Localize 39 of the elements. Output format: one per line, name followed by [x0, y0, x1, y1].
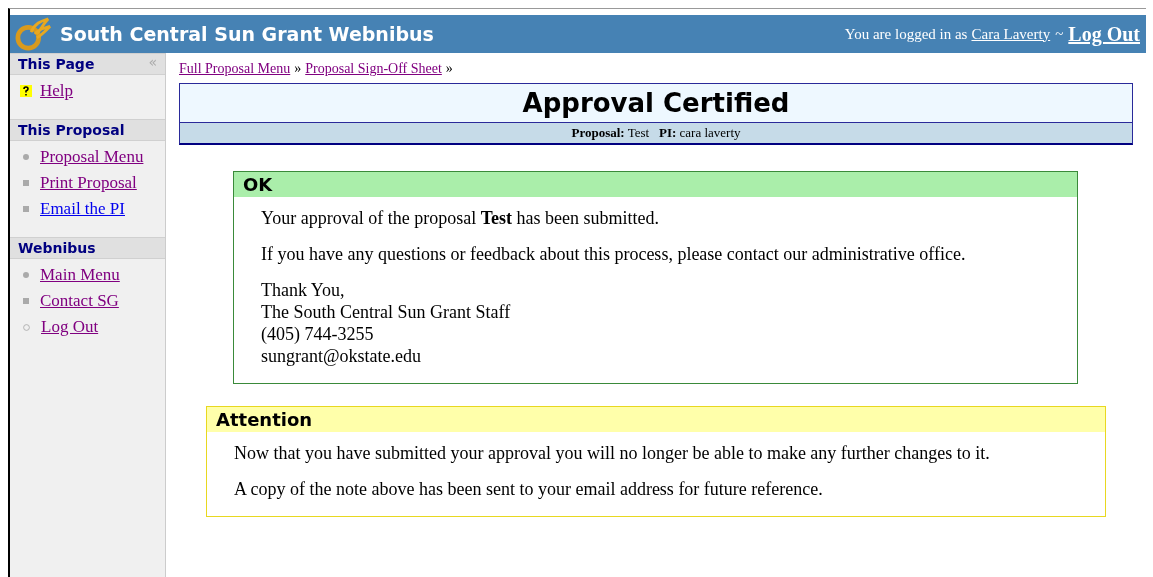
section-title: This Proposal [18, 122, 125, 138]
login-status: You are logged in as [844, 25, 968, 43]
sidebar-link[interactable]: Help [40, 81, 74, 101]
sidebar-link[interactable]: Proposal Menu [40, 147, 144, 167]
message-text: Thank You, [261, 280, 345, 300]
help-icon [20, 85, 32, 97]
logo-icon [14, 17, 52, 51]
bullet-icon [23, 180, 29, 186]
page-title: Approval Certified [180, 84, 1132, 123]
bullet-icon [23, 154, 29, 160]
sidebar-link[interactable]: Print Proposal [40, 173, 137, 193]
breadcrumb-separator: » [294, 61, 302, 77]
site-title: South Central Sun Grant Webnibus [60, 23, 434, 45]
sidebar-link[interactable]: Main Menu [40, 265, 120, 285]
message-text: (405) 744-3255 [261, 324, 374, 344]
bullet-icon [23, 206, 29, 212]
message-heading: Attention [207, 407, 1105, 432]
message-text: A copy of the note above has been sent to your email address for future reference. [234, 479, 823, 499]
sidebar-link[interactable]: Email the PI [40, 199, 125, 219]
bullet-icon [23, 272, 29, 278]
message-text: Now that you have submitted your approval you will no longer be able to make any further changes to it. [234, 443, 990, 463]
user-link[interactable]: Cara Laverty [971, 25, 1051, 43]
breadcrumb-link[interactable]: Proposal Sign-Off Sheet [305, 61, 442, 77]
section-title: Webnibus [18, 240, 96, 256]
bullet-icon [23, 323, 30, 331]
sidebar-link[interactable]: Log Out [41, 317, 99, 337]
section-title: This Page [18, 56, 95, 72]
proposal-info: Proposal: Test PI: cara laverty [571, 125, 741, 140]
message-text: Your approval of the proposal Test has been submitted. [261, 208, 659, 228]
message-text: sungrant@okstate.edu [261, 346, 422, 366]
sidebar-link[interactable]: Contact SG [40, 291, 119, 311]
message-heading: OK [234, 172, 1077, 197]
message-text: If you have any questions or feedback about this process, please contact our administrative office. [261, 244, 966, 264]
breadcrumb-link[interactable]: Full Proposal Menu [179, 61, 291, 77]
breadcrumb-separator: » [445, 61, 453, 77]
separator: ~ [1055, 25, 1064, 43]
message-text: The South Central Sun Grant Staff [261, 302, 511, 322]
log-out-link[interactable]: Log Out [1068, 22, 1140, 46]
bullet-icon [23, 298, 29, 304]
